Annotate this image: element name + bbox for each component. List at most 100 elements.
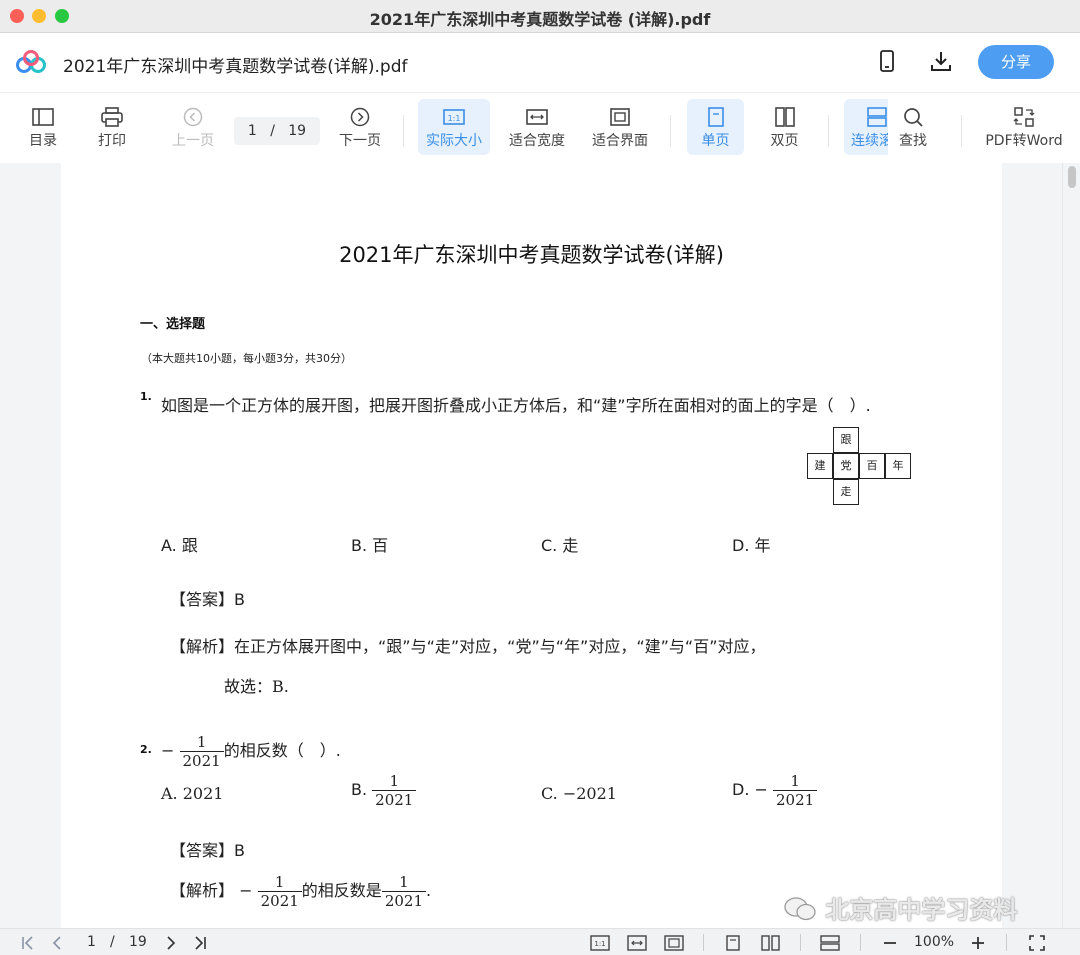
continuous-scroll-label: 连续滚 (851, 133, 888, 149)
fraction-numerator: 1 (274, 873, 285, 891)
question-1-text: 如图是一个正方体的展开图，把展开图折叠成小正方体后，和“建”字所在面相对的面上的… (161, 396, 871, 415)
net-cell: 走 (833, 479, 859, 505)
app-logo-icon (16, 50, 46, 73)
double-page-icon (774, 107, 795, 127)
share-button[interactable]: 分享 (978, 45, 1054, 79)
actual-size-button[interactable]: 1:1 实际大小 (418, 99, 490, 155)
chevron-left-circle-icon (183, 107, 203, 127)
fit-page-icon (610, 108, 630, 126)
single-page-icon (707, 107, 724, 127)
find-button[interactable]: 查找 (888, 99, 938, 155)
find-label: 查找 (899, 133, 927, 149)
fullscreen-icon[interactable] (1029, 935, 1045, 951)
svg-text:1:1: 1:1 (594, 940, 605, 948)
page-current: 1 (247, 123, 257, 139)
option-d: D. 年 (732, 536, 771, 555)
status-divider (703, 934, 704, 951)
fit-width-button[interactable]: 适合宽度 (503, 99, 571, 155)
continuous-scroll-icon[interactable] (820, 935, 840, 951)
minus-sign: − (239, 881, 253, 900)
next-page-button[interactable]: 下一页 (332, 99, 388, 155)
fit-width-label: 适合宽度 (509, 133, 565, 149)
analysis-text: 的相反数是 (301, 881, 382, 900)
page-separator: / (270, 123, 275, 139)
section-heading: 一、选择题 (140, 317, 206, 332)
option-b: B. 1 2021 (351, 772, 417, 809)
chevron-left-icon[interactable] (50, 935, 64, 951)
answer-label: 【答案】 (170, 590, 235, 609)
answer-value: B (234, 590, 245, 609)
bottom-page-separator: / (110, 934, 115, 950)
wechat-icon (784, 897, 816, 921)
option-c: C. 走 (541, 536, 579, 555)
answer-line: 【答案】B (170, 837, 245, 861)
download-icon[interactable] (930, 50, 952, 72)
single-page-button[interactable]: 单页 (687, 99, 744, 155)
first-page-icon[interactable] (20, 935, 36, 951)
option-a: A. 跟 (161, 536, 198, 555)
fraction-numerator: 1 (399, 873, 409, 891)
answer-line: 【答案】B (170, 586, 245, 610)
exam-title: 2021年广东深圳中考真题数学试卷(详解) (339, 243, 724, 267)
double-page-button[interactable]: 双页 (757, 99, 812, 155)
option-d-label: D. − (732, 780, 768, 799)
single-page-icon[interactable] (725, 935, 741, 951)
single-page-label: 单页 (701, 133, 730, 149)
print-button[interactable]: 打印 (87, 99, 137, 155)
option-a: A. 2021 (161, 784, 224, 803)
actual-size-label: 实际大小 (426, 133, 482, 149)
double-page-label: 双页 (770, 133, 799, 149)
actual-size-icon[interactable]: 1:1 (590, 935, 610, 951)
page-number-input[interactable]: 1 / 19 (234, 117, 320, 145)
analysis-label: 【解析】 (170, 881, 235, 900)
mobile-icon[interactable] (879, 50, 895, 72)
zoom-out-icon[interactable] (882, 935, 898, 951)
toolbar-divider (828, 115, 829, 147)
pdf-to-word-button[interactable]: PDF转Word (982, 99, 1066, 155)
fraction: 1 2021 (773, 772, 818, 809)
last-page-icon[interactable] (192, 935, 208, 951)
toc-button[interactable]: 目录 (18, 99, 68, 155)
fit-page-button[interactable]: 适合界面 (586, 99, 654, 155)
toolbar-divider (403, 115, 404, 147)
minus-sign: − (161, 741, 175, 760)
prev-page-label: 上一页 (172, 133, 214, 149)
option-c: C. −2021 (541, 784, 617, 803)
status-divider (1006, 934, 1007, 951)
actual-size-icon: 1:1 (443, 109, 465, 125)
bottom-page-current[interactable]: 1 (87, 934, 96, 950)
question-number: 2. (140, 743, 152, 756)
chevron-right-icon[interactable] (164, 935, 178, 951)
scrollbar-thumb[interactable] (1068, 166, 1076, 188)
analysis-end: . (426, 881, 432, 900)
print-icon (101, 107, 123, 127)
option-d: D. − 1 2021 (732, 772, 818, 809)
bottom-page-total: 19 (129, 934, 147, 950)
vertical-scrollbar[interactable] (1062, 163, 1080, 928)
fraction-numerator: 1 (389, 772, 400, 790)
document-viewport[interactable]: 2021年广东深圳中考真题数学试卷(详解) 一、选择题 （本大题共10小题，每小… (0, 163, 1080, 928)
status-bar: 1 / 19 1:1 100% (0, 928, 1080, 955)
chevron-right-circle-icon (350, 107, 370, 127)
double-page-icon[interactable] (761, 935, 781, 951)
zoom-level[interactable]: 100% (914, 934, 954, 950)
fraction-denominator: 2021 (381, 891, 426, 910)
status-divider (800, 934, 801, 951)
conclusion-text: 故选：B. (224, 677, 289, 696)
prev-page-button[interactable]: 上一页 (165, 99, 221, 155)
fit-width-icon[interactable] (627, 935, 647, 951)
question-2-text: − 1 2021 的相反数（ ）. (161, 733, 341, 770)
sidebar-icon (32, 108, 54, 126)
continuous-scroll-button[interactable]: 连续滚 (844, 99, 888, 155)
zoom-in-icon[interactable] (970, 935, 986, 951)
net-cell: 建 (807, 453, 833, 479)
toolbar-divider (670, 115, 671, 147)
analysis-line: 【解析】 − 1 2021 的相反数是 1 2021. (170, 873, 431, 910)
answer-label: 【答案】 (170, 841, 235, 860)
fit-page-icon[interactable] (664, 935, 684, 951)
svg-text:1:1: 1:1 (448, 114, 461, 123)
print-label: 打印 (98, 133, 126, 149)
fraction-denominator: 2021 (372, 790, 417, 809)
status-divider (860, 934, 861, 951)
fit-page-label: 适合界面 (592, 133, 648, 149)
